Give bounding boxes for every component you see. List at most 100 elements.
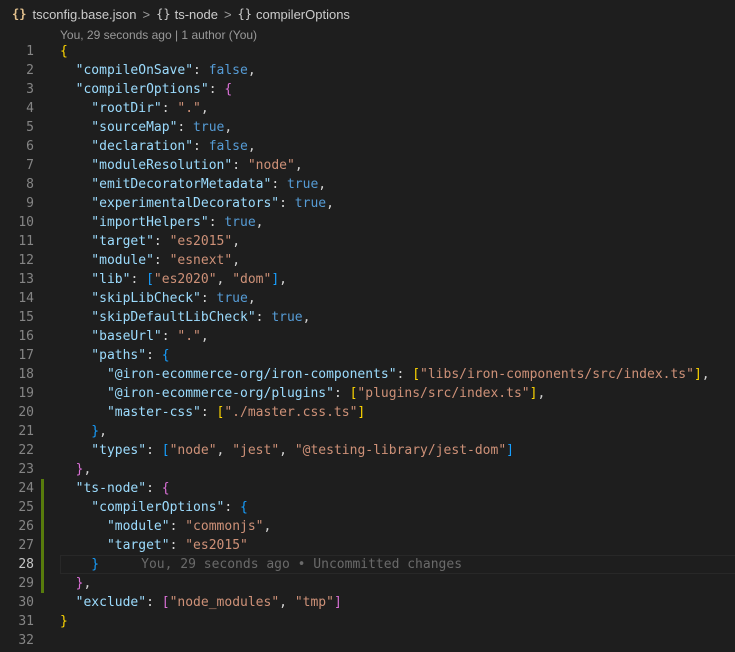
code-token: "target" bbox=[91, 234, 154, 249]
code-line[interactable]: 8 "emitDecoratorMetadata": true, bbox=[0, 175, 735, 194]
code-token: "baseUrl" bbox=[91, 329, 162, 344]
code-line[interactable]: 25 "compilerOptions": { bbox=[0, 498, 735, 517]
code-text: "master-css": ["./master.css.ts"] bbox=[60, 403, 365, 422]
code-line[interactable]: 3 "compilerOptions": { bbox=[0, 80, 735, 99]
code-line[interactable]: 1{ bbox=[0, 42, 735, 61]
code-token: "module" bbox=[91, 253, 154, 268]
code-line[interactable]: 6 "declaration": false, bbox=[0, 137, 735, 156]
code-token: false bbox=[208, 139, 248, 154]
code-editor[interactable]: 1{2 "compileOnSave": false, 3 "compilerOpti… bbox=[0, 42, 735, 650]
git-codelens[interactable]: You, 29 seconds ago | 1 author (You) bbox=[60, 28, 257, 42]
code-token: , bbox=[318, 177, 327, 192]
object-icon: {} bbox=[156, 7, 171, 21]
code-line[interactable]: 32 bbox=[0, 631, 735, 650]
code-line[interactable]: 9 "experimentalDecorators": true, bbox=[0, 194, 735, 213]
code-token: "node" bbox=[169, 443, 217, 458]
code-line[interactable]: 13 "lib": ["es2020", "dom"], bbox=[0, 270, 735, 289]
code-token: "." bbox=[177, 101, 201, 116]
breadcrumb-ts-node[interactable]: ts-node bbox=[175, 7, 218, 22]
git-modified-gutter-indicator[interactable] bbox=[41, 498, 44, 517]
code-token: : bbox=[333, 386, 350, 401]
code-line[interactable]: 5 "sourceMap": true, bbox=[0, 118, 735, 137]
code-line[interactable]: 29}, bbox=[0, 574, 735, 593]
code-token: : bbox=[200, 291, 217, 306]
code-token: "master-css" bbox=[106, 405, 201, 420]
code-line[interactable]: 21}, bbox=[0, 422, 735, 441]
code-token: : bbox=[200, 405, 217, 420]
line-number: 19 bbox=[18, 386, 34, 401]
code-token: : bbox=[224, 500, 241, 515]
code-line[interactable]: 30 "exclude": ["node_modules", "tmp"] bbox=[0, 593, 735, 612]
code-text: "sourceMap": true, bbox=[60, 118, 232, 137]
code-token: { bbox=[161, 481, 170, 496]
code-line[interactable]: 14 "skipLibCheck": true, bbox=[0, 289, 735, 308]
code-token: "@iron-ecommerce-org/plugins" bbox=[106, 386, 334, 401]
code-token: "experimentalDecorators" bbox=[91, 196, 280, 211]
code-line[interactable]: 18 "@iron-ecommerce-org/iron-components":… bbox=[0, 365, 735, 384]
line-number: 20 bbox=[18, 405, 34, 420]
code-line[interactable]: 11 "target": "es2015", bbox=[0, 232, 735, 251]
code-text: "module": "commonjs", bbox=[60, 517, 271, 536]
breadcrumb-file[interactable]: tsconfig.base.json bbox=[32, 7, 136, 22]
code-line[interactable]: 20 "master-css": ["./master.css.ts"] bbox=[0, 403, 735, 422]
code-line[interactable]: 17 "paths": { bbox=[0, 346, 735, 365]
code-token: "es2015" bbox=[169, 234, 233, 249]
code-token: , bbox=[83, 462, 92, 477]
line-number: 11 bbox=[18, 234, 34, 249]
code-line[interactable]: 31} bbox=[0, 612, 735, 631]
code-token: } bbox=[91, 424, 100, 439]
code-token: "module" bbox=[106, 519, 170, 534]
code-token: true bbox=[216, 291, 248, 306]
code-token: : bbox=[193, 63, 209, 78]
code-line[interactable]: 16 "baseUrl": ".", bbox=[0, 327, 735, 346]
code-text: "module": "esnext", bbox=[60, 251, 240, 270]
code-line[interactable]: 7 "moduleResolution": "node", bbox=[0, 156, 735, 175]
code-line[interactable]: 23}, bbox=[0, 460, 735, 479]
git-blame-annotation: You, 29 seconds ago • Uncommitted change… bbox=[141, 557, 463, 572]
code-text: "target": "es2015" bbox=[60, 536, 248, 555]
code-token: : bbox=[169, 538, 186, 553]
code-token: , bbox=[216, 443, 233, 458]
code-line[interactable]: 12 "module": "esnext", bbox=[0, 251, 735, 270]
line-number: 24 bbox=[18, 481, 34, 496]
code-token: , bbox=[247, 291, 256, 306]
code-text: }, bbox=[60, 574, 92, 593]
code-line[interactable]: 19 "@iron-ecommerce-org/plugins": ["plugi… bbox=[0, 384, 735, 403]
line-number: 31 bbox=[18, 614, 34, 629]
code-token: : bbox=[208, 215, 225, 230]
code-line[interactable]: 27 "target": "es2015" bbox=[0, 536, 735, 555]
code-token: true bbox=[193, 120, 225, 135]
line-number: 15 bbox=[18, 310, 34, 325]
code-token: "compileOnSave" bbox=[75, 63, 194, 78]
git-modified-gutter-indicator[interactable] bbox=[41, 479, 44, 498]
code-line[interactable]: 2 "compileOnSave": false, bbox=[0, 61, 735, 80]
code-token: , bbox=[224, 120, 233, 135]
line-number: 4 bbox=[26, 101, 34, 116]
line-number: 28 bbox=[18, 557, 34, 572]
code-line[interactable]: 15 "skipDefaultLibCheck": true, bbox=[0, 308, 735, 327]
git-modified-gutter-indicator[interactable] bbox=[41, 555, 44, 574]
code-token: , bbox=[232, 234, 241, 249]
code-line[interactable]: 24 "ts-node": { bbox=[0, 479, 735, 498]
code-token: { bbox=[60, 44, 68, 59]
git-modified-gutter-indicator[interactable] bbox=[41, 536, 44, 555]
code-token: "node_modules" bbox=[169, 595, 280, 610]
code-text: "compileOnSave": false, bbox=[60, 61, 256, 80]
code-text: "importHelpers": true, bbox=[60, 213, 263, 232]
code-token: "@testing-library/jest-dom" bbox=[294, 443, 507, 458]
code-token: : bbox=[146, 348, 162, 363]
code-line[interactable]: 28} You, 29 seconds ago • Uncommitted cha… bbox=[0, 555, 735, 574]
code-line[interactable]: 26 "module": "commonjs", bbox=[0, 517, 735, 536]
code-line[interactable]: 10 "importHelpers": true, bbox=[0, 213, 735, 232]
code-line[interactable]: 4 "rootDir": ".", bbox=[0, 99, 735, 118]
line-number: 12 bbox=[18, 253, 34, 268]
code-line[interactable]: 22 "types": ["node", "jest", "@testing-li… bbox=[0, 441, 735, 460]
git-modified-gutter-indicator[interactable] bbox=[41, 517, 44, 536]
code-token: : bbox=[271, 177, 287, 192]
code-token: , bbox=[200, 329, 209, 344]
breadcrumb-compiler-options[interactable]: compilerOptions bbox=[256, 7, 350, 22]
code-token: true bbox=[271, 310, 303, 325]
code-token: "types" bbox=[91, 443, 147, 458]
code-token: "plugins/src/index.ts" bbox=[357, 386, 530, 401]
git-modified-gutter-indicator[interactable] bbox=[41, 574, 44, 593]
